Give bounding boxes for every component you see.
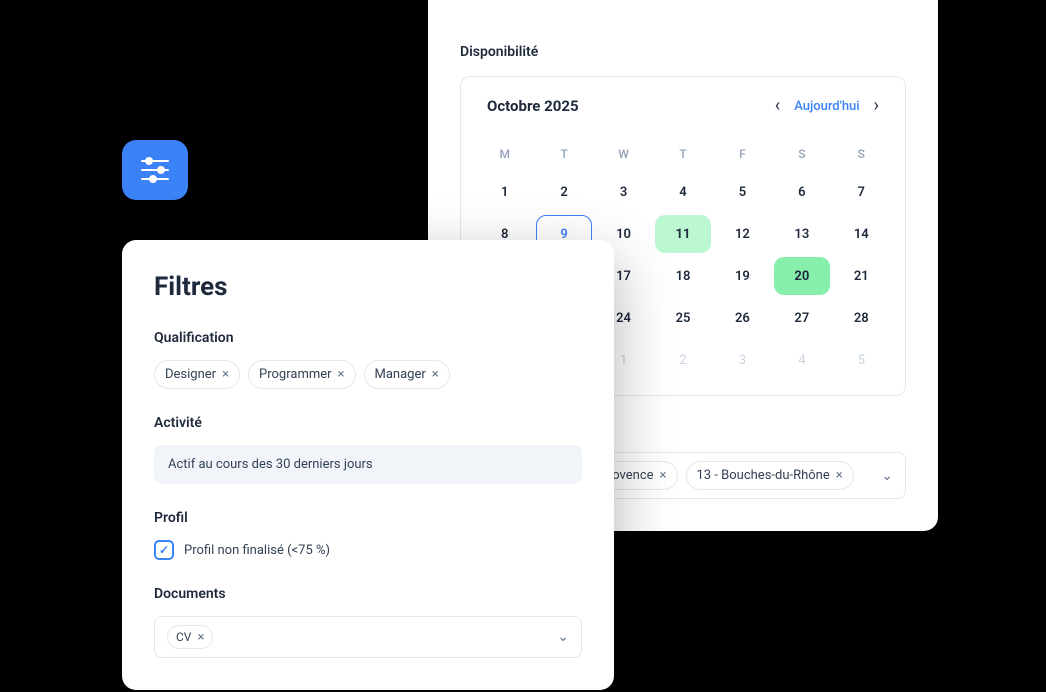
documents-tags: CV × [167,625,213,649]
today-button[interactable]: Aujourd'hui [794,99,859,114]
department-tag[interactable]: 13 - Bouches-du-Rhône × [686,461,854,490]
calendar-day[interactable]: 18 [655,257,710,295]
activity-label: Activité [154,415,582,431]
sliders-icon [140,157,170,183]
tag-label: CV [176,630,191,644]
qualification-tag[interactable]: Programmer × [248,360,355,389]
calendar-day[interactable]: 5 [715,173,770,211]
calendar-day[interactable]: 3 [596,173,651,211]
calendar-weekday: T [536,139,591,169]
tag-label: Programmer [259,367,332,382]
availability-title: Disponibilité [460,44,906,60]
calendar-day[interactable]: 20 [774,257,829,295]
tag-label: 13 - Bouches-du-Rhône [697,468,830,483]
profile-checkbox-label: Profil non finalisé (<75 %) [184,543,330,558]
calendar-weekday: W [596,139,651,169]
calendar-weekday: S [834,139,889,169]
chevron-down-icon[interactable]: ⌄ [881,468,893,484]
calendar-day[interactable]: 3 [715,341,770,379]
calendar-day[interactable]: 4 [655,173,710,211]
calendar-weekday: M [477,139,532,169]
calendar-weekday: S [774,139,829,169]
close-icon[interactable]: × [432,368,439,381]
calendar-day[interactable]: 26 [715,299,770,337]
profile-checkbox-row[interactable]: ✓ Profil non finalisé (<75 %) [154,540,582,560]
calendar-day[interactable]: 1 [477,173,532,211]
close-icon[interactable]: × [197,631,204,644]
activity-value: Actif au cours des 30 derniers jours [154,445,582,484]
filters-icon-badge [122,140,188,200]
calendar-day[interactable]: 21 [834,257,889,295]
calendar-weekday: F [715,139,770,169]
calendar-day[interactable]: 2 [536,173,591,211]
close-icon[interactable]: × [222,368,229,381]
calendar-day[interactable]: 28 [834,299,889,337]
chevron-left-icon[interactable]: ‹ [775,97,780,115]
calendar-day[interactable]: 6 [774,173,829,211]
calendar-weekday: T [655,139,710,169]
filters-card: Filtres Qualification Designer×Programme… [122,240,614,690]
calendar-month-title: Octobre 2025 [487,97,579,115]
calendar-day[interactable]: 27 [774,299,829,337]
documents-select[interactable]: CV × ⌄ [154,616,582,658]
qualification-label: Qualification [154,330,582,346]
calendar-day[interactable]: 19 [715,257,770,295]
profile-label: Profil [154,510,582,526]
close-icon[interactable]: × [338,368,345,381]
tag-label: Manager [375,367,426,382]
calendar-day[interactable]: 14 [834,215,889,253]
calendar-nav: ‹ Aujourd'hui › [775,97,879,115]
calendar-day[interactable]: 13 [774,215,829,253]
checkbox-icon[interactable]: ✓ [154,540,174,560]
calendar-day[interactable]: 5 [834,341,889,379]
calendar-day[interactable]: 12 [715,215,770,253]
close-icon[interactable]: × [836,469,843,482]
close-icon[interactable]: × [660,469,667,482]
calendar-header: Octobre 2025 ‹ Aujourd'hui › [477,97,889,115]
document-tag[interactable]: CV × [167,625,213,649]
calendar-day[interactable]: 25 [655,299,710,337]
calendar-day[interactable]: 7 [834,173,889,211]
documents-label: Documents [154,586,582,602]
chevron-down-icon[interactable]: ⌄ [557,629,569,645]
filters-title: Filtres [154,272,582,302]
calendar-day[interactable]: 11 [655,215,710,253]
calendar-day[interactable]: 4 [774,341,829,379]
chevron-right-icon[interactable]: › [874,97,879,115]
calendar-day[interactable]: 2 [655,341,710,379]
qualification-tag[interactable]: Manager × [364,360,450,389]
tag-label: Designer [165,367,216,382]
qualification-tags: Designer × Programmer × Manager × [154,360,582,389]
qualification-tag[interactable]: Designer × [154,360,240,389]
